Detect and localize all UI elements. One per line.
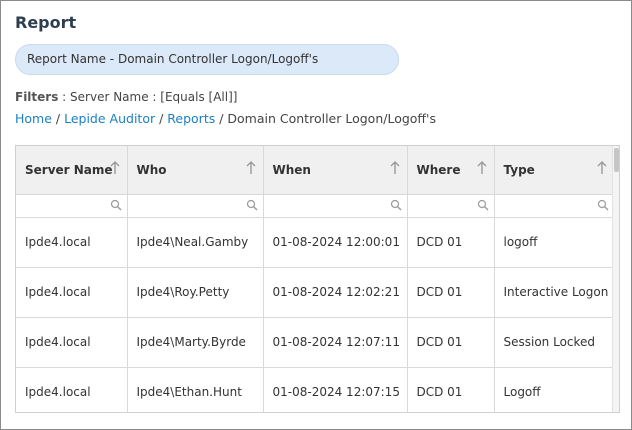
arrow-up-icon[interactable] xyxy=(596,161,608,175)
cell-where: DCD 01 xyxy=(407,267,495,318)
cell-where: DCD 01 xyxy=(407,317,495,368)
cell-when: 01-08-2024 12:07:15 xyxy=(263,367,408,412)
column-filter-row xyxy=(16,194,615,218)
search-icon[interactable] xyxy=(390,199,402,211)
table-row[interactable]: Ipde4.local Ipde4\Neal.Gamby 01-08-2024 … xyxy=(16,217,615,268)
filter-cell xyxy=(16,194,128,218)
cell-type: Logoff xyxy=(494,367,615,412)
cell-when: 01-08-2024 12:07:11 xyxy=(263,317,408,368)
breadcrumb-separator: / xyxy=(155,111,168,126)
filters-label: Filters xyxy=(15,90,59,104)
column-header-label: Type xyxy=(503,162,535,177)
cell-who: Ipde4\Marty.Byrde xyxy=(127,317,264,368)
search-icon[interactable] xyxy=(110,199,122,211)
column-header-label: Where xyxy=(416,162,461,177)
column-header-when[interactable]: When xyxy=(263,146,408,195)
report-grid: Server Name Who When Where Type Ipde4.lo… xyxy=(15,145,620,413)
filters-value: : Server Name : [Equals [All]] xyxy=(58,90,238,104)
cell-who: Ipde4\Roy.Petty xyxy=(127,267,264,318)
when-filter-input[interactable] xyxy=(263,195,406,216)
column-header-label: Server Name xyxy=(25,162,113,177)
filter-cell xyxy=(407,194,495,218)
table-row[interactable]: Ipde4.local Ipde4\Marty.Byrde 01-08-2024… xyxy=(16,317,615,368)
column-header-type[interactable]: Type xyxy=(494,146,615,195)
breadcrumb: Home / Lepide Auditor / Reports / Domain… xyxy=(15,111,436,126)
scrollbar-thumb[interactable] xyxy=(614,148,619,172)
search-icon[interactable] xyxy=(246,199,258,211)
cell-type: Interactive Logon xyxy=(494,267,615,318)
column-header-who[interactable]: Who xyxy=(127,146,264,195)
table-row[interactable]: Ipde4.local Ipde4\Ethan.Hunt 01-08-2024 … xyxy=(16,367,615,412)
report-window: Report Report Name - Domain Controller L… xyxy=(0,0,632,430)
report-name-pill: Report Name - Domain Controller Logon/Lo… xyxy=(15,44,399,75)
cell-who: Ipde4\Ethan.Hunt xyxy=(127,367,264,412)
breadcrumb-reports-link[interactable]: Reports xyxy=(167,111,215,126)
filter-cell xyxy=(127,194,264,218)
filter-cell xyxy=(494,194,615,218)
filter-cell xyxy=(263,194,408,218)
arrow-up-icon[interactable] xyxy=(389,161,401,175)
cell-when: 01-08-2024 12:02:21 xyxy=(263,267,408,318)
breadcrumb-lepide-auditor-link[interactable]: Lepide Auditor xyxy=(64,111,155,126)
cell-type: logoff xyxy=(494,217,615,268)
cell-server-name: Ipde4.local xyxy=(16,217,128,268)
cell-who: Ipde4\Neal.Gamby xyxy=(127,217,264,268)
breadcrumb-home-link[interactable]: Home xyxy=(15,111,52,126)
search-icon[interactable] xyxy=(477,199,489,211)
column-header-label: Who xyxy=(136,162,167,177)
column-header-label: When xyxy=(272,162,311,177)
breadcrumb-current: Domain Controller Logon/Logoff's xyxy=(227,111,436,126)
cell-where: DCD 01 xyxy=(407,217,495,268)
who-filter-input[interactable] xyxy=(127,195,262,216)
table-row[interactable]: Ipde4.local Ipde4\Roy.Petty 01-08-2024 1… xyxy=(16,267,615,318)
cell-server-name: Ipde4.local xyxy=(16,367,128,412)
cell-where: DCD 01 xyxy=(407,367,495,412)
cell-when: 01-08-2024 12:00:01 xyxy=(263,217,408,268)
breadcrumb-separator: / xyxy=(51,111,65,126)
arrow-up-icon[interactable] xyxy=(109,161,121,175)
cell-type: Session Locked xyxy=(494,317,615,368)
column-header-server-name[interactable]: Server Name xyxy=(16,146,128,195)
breadcrumb-separator: / xyxy=(215,111,228,126)
arrow-up-icon[interactable] xyxy=(245,161,257,175)
cell-server-name: Ipde4.local xyxy=(16,317,128,368)
cell-server-name: Ipde4.local xyxy=(16,267,128,318)
page-title: Report xyxy=(15,13,77,32)
filters-summary: Filters : Server Name : [Equals [All]] xyxy=(15,90,237,104)
report-table: Server Name Who When Where Type Ipde4.lo… xyxy=(16,146,615,412)
arrow-up-icon[interactable] xyxy=(476,161,488,175)
search-icon[interactable] xyxy=(597,199,609,211)
vertical-scrollbar[interactable] xyxy=(612,146,619,412)
column-header-where[interactable]: Where xyxy=(407,146,495,195)
